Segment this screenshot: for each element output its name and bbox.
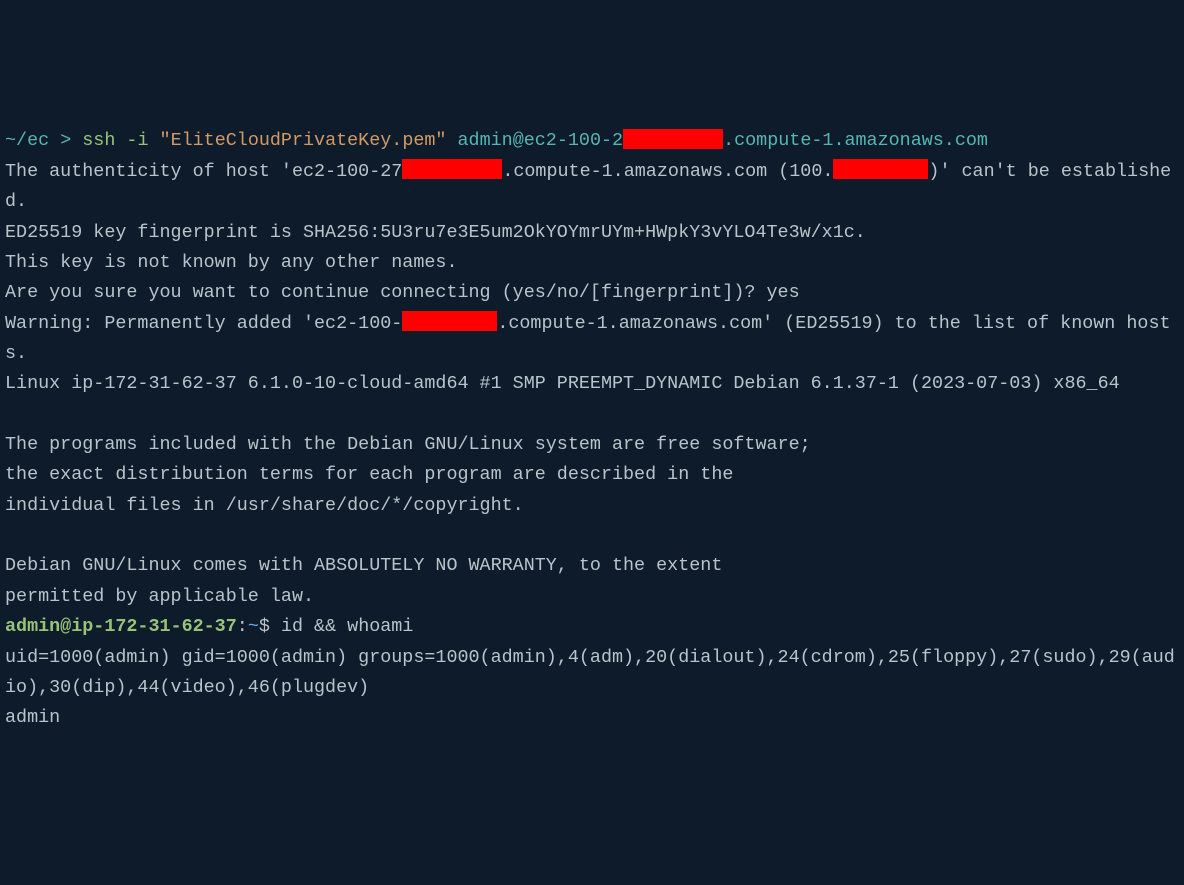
motd-line-2: the exact distribution terms for each pr…: [5, 464, 733, 485]
id-output: uid=1000(admin) gid=1000(admin) groups=1…: [5, 647, 1175, 698]
redacted-ip-1: [623, 129, 723, 149]
warning-pre: Warning: Permanently added 'ec2-100-: [5, 313, 402, 334]
redacted-ip-3: [833, 159, 928, 179]
cmd-ssh: ssh -i: [82, 130, 159, 151]
confirm-line: Are you sure you want to continue connec…: [5, 282, 800, 303]
motd-line-3: individual files in /usr/share/doc/*/cop…: [5, 495, 524, 516]
prompt2-colon: :: [237, 616, 248, 637]
motd-line-4: Debian GNU/Linux comes with ABSOLUTELY N…: [5, 555, 722, 576]
auth-line-pre: The authenticity of host 'ec2-100-27: [5, 161, 402, 182]
prompt2-dollar: $: [259, 616, 281, 637]
prompt2-path: ~: [248, 616, 259, 637]
redacted-ip-2: [402, 159, 502, 179]
motd-line-5: permitted by applicable law.: [5, 586, 314, 607]
terminal-output[interactable]: ~/ec > ssh -i "EliteCloudPrivateKey.pem"…: [5, 126, 1179, 733]
fingerprint-line: ED25519 key fingerprint is SHA256:5U3ru7…: [5, 222, 866, 243]
whoami-output: admin: [5, 707, 60, 728]
prompt2-cmd: id && whoami: [281, 616, 413, 637]
linux-line: Linux ip-172-31-62-37 6.1.0-10-cloud-amd…: [5, 373, 1120, 394]
redacted-ip-4: [402, 311, 497, 331]
cmd-keyfile: "EliteCloudPrivateKey.pem": [160, 130, 447, 151]
unknown-line: This key is not known by any other names…: [5, 252, 457, 273]
cmd-userhost-post: .compute-1.amazonaws.com: [723, 130, 988, 151]
prompt-path: ~/ec: [5, 130, 49, 151]
prompt2-userhost: admin@ip-172-31-62-37: [5, 616, 237, 637]
motd-line-1: The programs included with the Debian GN…: [5, 434, 811, 455]
cmd-userhost-pre: admin@ec2-100-2: [446, 130, 623, 151]
prompt-sep: >: [49, 130, 82, 151]
auth-line-mid: .compute-1.amazonaws.com (100.: [502, 161, 833, 182]
